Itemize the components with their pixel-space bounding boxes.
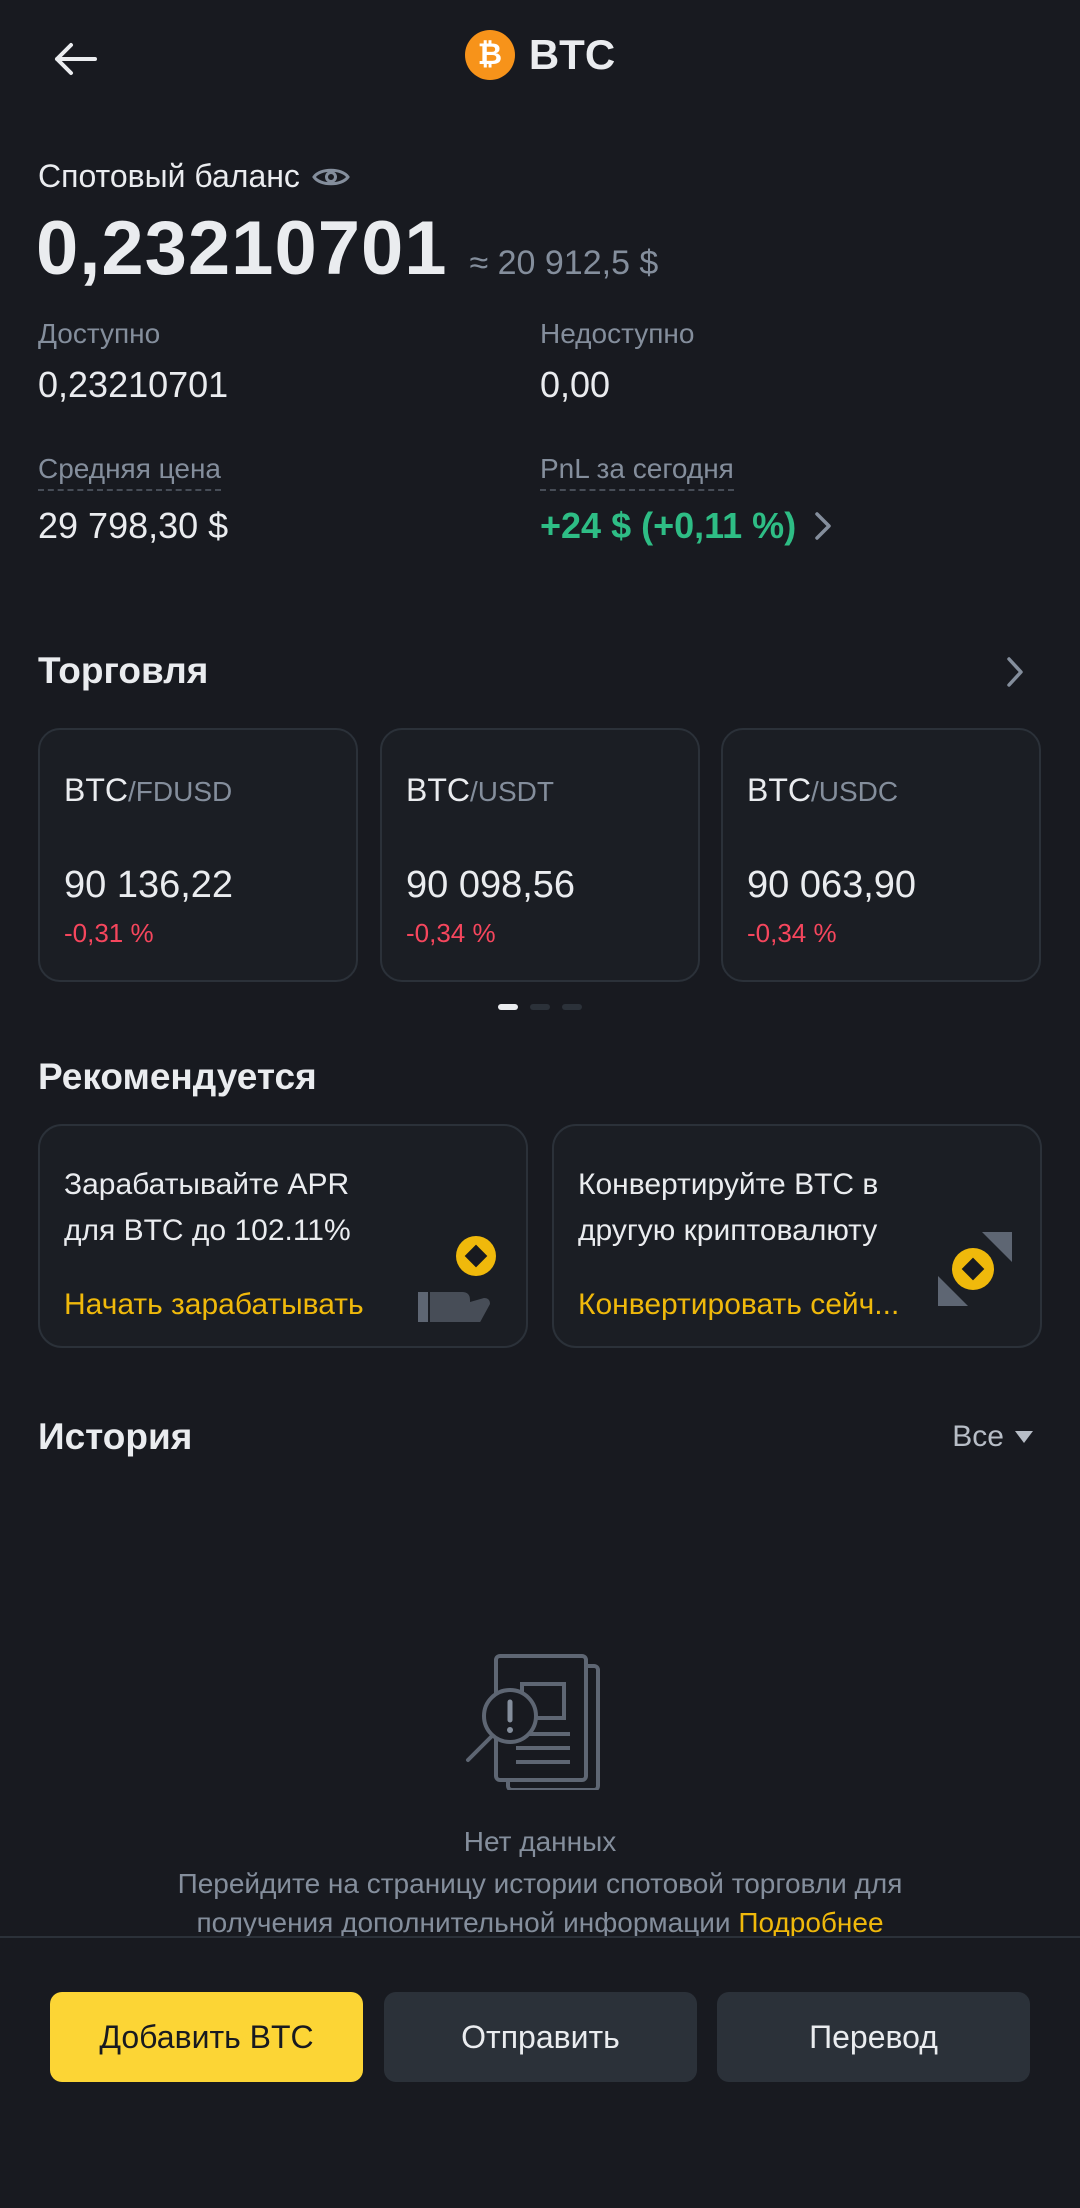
transfer-button[interactable]: Перевод — [717, 1992, 1030, 2082]
balance-label: Спотовый баланс — [38, 158, 300, 194]
balance-label-row: Спотовый баланс — [38, 158, 350, 195]
no-data-icon — [466, 1654, 600, 1790]
learn-more-link[interactable]: Подробнее — [738, 1907, 883, 1938]
pair-name: BTC/FDUSD — [64, 772, 233, 808]
balance-usd-approx: ≈ 20 912,5 $ — [469, 244, 659, 282]
convert-swap-icon — [938, 1232, 1012, 1306]
pair-card-btc-usdt[interactable]: BTC/USDT 90 098,56 -0,34 % — [380, 728, 700, 982]
available-stat: Доступно 0,23210701 — [38, 318, 228, 406]
pair-name: BTC/USDC — [747, 772, 899, 808]
pair-change: -0,31 % — [64, 918, 154, 948]
asset-detail-page: ₿ BTC Спотовый баланс 0,23210701 ≈ 20 91… — [0, 0, 1080, 2208]
earn-card-text: Зарабатывайте APR для BTC до 102.11% — [64, 1168, 351, 1247]
available-label: Доступно — [38, 318, 161, 349]
pnl-value: +24 $ (+0,11 %) — [540, 505, 797, 546]
pair-card-btc-fdusd[interactable]: BTC/FDUSD 90 136,22 -0,31 % — [38, 728, 358, 982]
pair-price: 90 136,22 — [64, 864, 234, 906]
pair-price: 90 098,56 — [406, 864, 576, 906]
convert-card[interactable]: Конвертируйте BTC в другую криптовалюту … — [552, 1124, 1042, 1348]
pair-change: -0,34 % — [406, 918, 496, 948]
bitcoin-icon: ₿ — [464, 30, 515, 80]
caret-down-icon — [1015, 1431, 1033, 1443]
convert-card-link[interactable]: Конвертировать сейч... — [578, 1288, 918, 1322]
add-btc-button[interactable]: Добавить BTC — [50, 1992, 363, 2082]
pair-price: 90 063,90 — [747, 864, 917, 906]
chevron-right-icon — [815, 512, 831, 540]
earn-card-link[interactable]: Начать зарабатывать — [64, 1288, 404, 1322]
unavailable-stat: Недоступно 0,00 — [540, 318, 694, 406]
pair-name: BTC/USDT — [406, 772, 554, 808]
eye-icon[interactable] — [312, 165, 350, 189]
history-filter-label: Все — [952, 1420, 1004, 1453]
pnl-stat: PnL за сегодня +24 $ (+0,11 %) — [540, 453, 832, 547]
carousel-dot — [530, 1004, 550, 1010]
balance-amount: 0,23210701 — [36, 206, 448, 291]
empty-state-title: Нет данных — [463, 1826, 617, 1857]
pnl-label[interactable]: PnL за сегодня — [540, 453, 734, 491]
carousel-dot-active — [498, 1004, 518, 1010]
send-button[interactable]: Отправить — [384, 1992, 697, 2082]
pair-card-btc-usdc[interactable]: BTC/USDC 90 063,90 -0,34 % — [721, 728, 1041, 982]
empty-state-description: Перейдите на страницу истории спотовой т… — [177, 1868, 903, 1938]
unavailable-label: Недоступно — [540, 318, 695, 349]
available-value: 0,23210701 — [38, 364, 229, 405]
page-title: ₿ BTC — [0, 30, 1080, 80]
avg-price-stat: Средняя цена 29 798,30 $ — [38, 453, 228, 547]
asset-title: BTC — [528, 31, 616, 78]
avg-price-value: 29 798,30 $ — [38, 505, 229, 546]
pair-change: -0,34 % — [747, 918, 837, 948]
header: ₿ BTC — [0, 0, 1080, 118]
convert-card-text: Конвертируйте BTC в другую криптовалюту — [578, 1168, 879, 1247]
unavailable-value: 0,00 — [540, 364, 611, 405]
bottom-divider — [0, 1936, 1080, 1938]
trading-title: Торговля — [38, 650, 209, 691]
history-title: История — [38, 1416, 193, 1457]
pnl-row[interactable]: +24 $ (+0,11 %) — [540, 505, 832, 547]
carousel-indicator — [0, 1004, 1080, 1010]
recommended-title: Рекомендуется — [38, 1056, 317, 1097]
carousel-dot — [562, 1004, 582, 1010]
avg-price-label[interactable]: Средняя цена — [38, 453, 221, 491]
earn-hand-coin-icon — [418, 1236, 496, 1322]
earn-card[interactable]: Зарабатывайте APR для BTC до 102.11% Нач… — [38, 1124, 528, 1348]
trading-more-chevron-icon[interactable] — [1006, 656, 1024, 688]
balance-row: 0,23210701 ≈ 20 912,5 $ — [36, 205, 658, 292]
history-filter-dropdown[interactable]: Все — [952, 1420, 1034, 1454]
